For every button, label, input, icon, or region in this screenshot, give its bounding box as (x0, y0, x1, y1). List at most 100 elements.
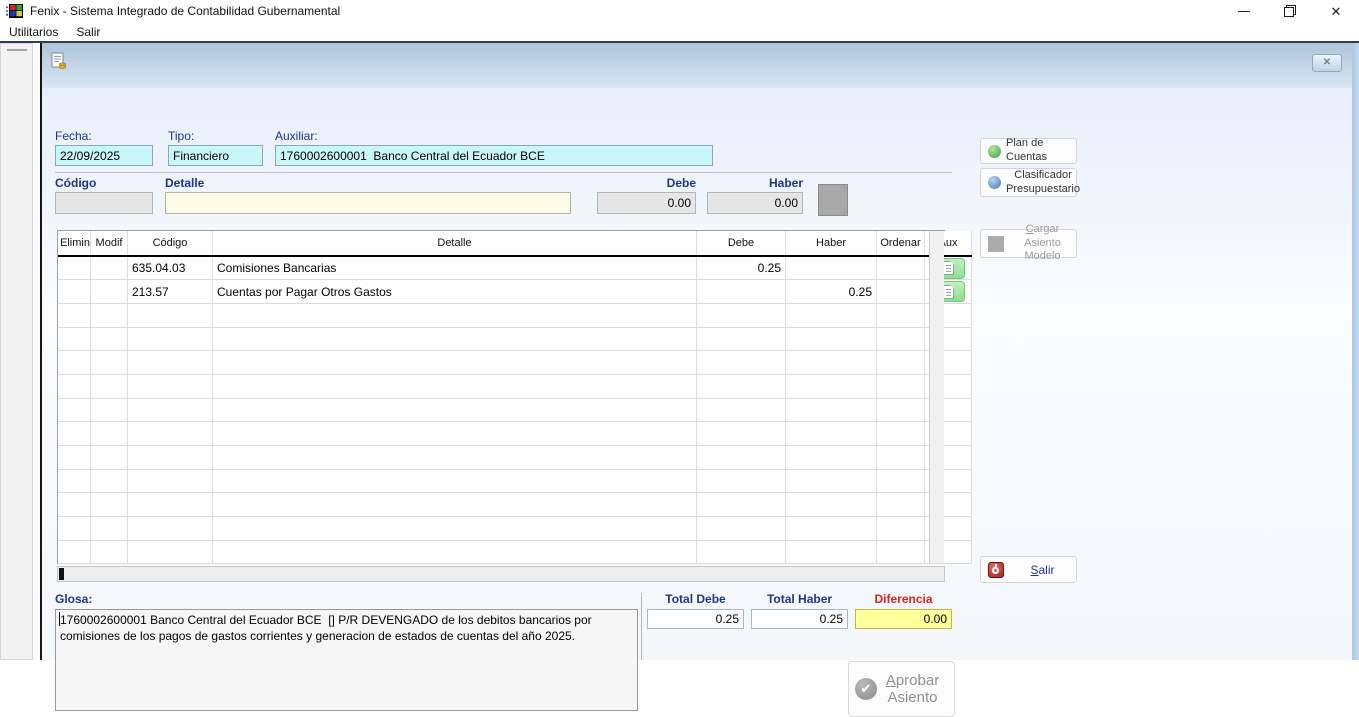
codigo-input[interactable] (55, 192, 153, 214)
cell-elimin[interactable] (58, 327, 91, 351)
cell-haber[interactable] (786, 493, 877, 517)
cell-detalle[interactable] (213, 493, 697, 517)
cell-detalle[interactable] (213, 469, 697, 493)
cell-modif[interactable] (91, 374, 128, 398)
cell-haber[interactable] (786, 517, 877, 541)
cell-modif[interactable] (91, 351, 128, 375)
cell-codigo[interactable] (128, 398, 213, 422)
cell-ordenar[interactable] (877, 422, 925, 446)
cell-modif[interactable] (91, 540, 128, 564)
detalle-input[interactable] (165, 192, 571, 214)
glosa-textarea[interactable]: 1760002600001 Banco Central del Ecuador … (55, 609, 638, 711)
table-row[interactable] (58, 517, 972, 541)
cell-ordenar[interactable] (877, 280, 925, 304)
table-row[interactable] (58, 422, 972, 446)
cell-detalle[interactable]: Comisiones Bancarias (213, 256, 697, 280)
cell-haber[interactable] (786, 540, 877, 564)
horizontal-scrollbar[interactable] (57, 566, 945, 582)
debe-input[interactable] (597, 192, 696, 214)
cell-haber[interactable] (786, 469, 877, 493)
table-row[interactable] (58, 327, 972, 351)
cell-codigo[interactable] (128, 540, 213, 564)
table-row[interactable] (58, 374, 972, 398)
cell-detalle[interactable] (213, 303, 697, 327)
cell-detalle[interactable] (213, 374, 697, 398)
tipo-input[interactable] (168, 145, 263, 166)
cell-codigo[interactable]: 213.57 (128, 280, 213, 304)
cell-haber[interactable] (786, 256, 877, 280)
table-row[interactable] (58, 469, 972, 493)
table-row[interactable] (58, 493, 972, 517)
cell-modif[interactable] (91, 446, 128, 470)
table-row[interactable] (58, 446, 972, 470)
cell-modif[interactable] (91, 469, 128, 493)
cell-detalle[interactable] (213, 517, 697, 541)
salir-button[interactable]: Salir (980, 556, 1077, 583)
cell-debe[interactable] (697, 493, 786, 517)
cell-elimin[interactable] (58, 422, 91, 446)
cell-codigo[interactable] (128, 303, 213, 327)
cell-debe[interactable] (697, 327, 786, 351)
cell-elimin[interactable] (58, 517, 91, 541)
table-row[interactable]: 635.04.03Comisiones Bancarias0.25 (58, 256, 972, 280)
cell-debe[interactable] (697, 469, 786, 493)
cell-haber[interactable] (786, 327, 877, 351)
cell-elimin[interactable] (58, 374, 91, 398)
plan-de-cuentas-button[interactable]: Plan de Cuentas (980, 138, 1077, 164)
cell-modif[interactable] (91, 280, 128, 304)
cell-elimin[interactable] (58, 446, 91, 470)
cell-codigo[interactable] (128, 327, 213, 351)
column-header[interactable]: Modif (91, 231, 128, 256)
cell-ordenar[interactable] (877, 327, 925, 351)
entry-action-square[interactable] (818, 184, 848, 216)
cell-detalle[interactable] (213, 398, 697, 422)
cell-debe[interactable] (697, 374, 786, 398)
haber-input[interactable] (707, 192, 803, 214)
cell-elimin[interactable] (58, 469, 91, 493)
maximize-button[interactable] (1267, 0, 1313, 22)
cell-codigo[interactable] (128, 422, 213, 446)
cell-elimin[interactable] (58, 280, 91, 304)
table-row[interactable] (58, 540, 972, 564)
cell-elimin[interactable] (58, 256, 91, 280)
cell-ordenar[interactable] (877, 446, 925, 470)
cell-detalle[interactable]: Cuentas por Pagar Otros Gastos (213, 280, 697, 304)
cell-detalle[interactable] (213, 540, 697, 564)
cell-debe[interactable] (697, 398, 786, 422)
close-button[interactable]: ✕ (1313, 0, 1359, 22)
column-header[interactable]: Haber (786, 231, 877, 256)
cell-modif[interactable] (91, 303, 128, 327)
column-header[interactable]: Elimin (58, 231, 91, 256)
cell-codigo[interactable] (128, 446, 213, 470)
column-header[interactable]: Código (128, 231, 213, 256)
table-row[interactable]: 213.57Cuentas por Pagar Otros Gastos0.25 (58, 280, 972, 304)
cell-debe[interactable] (697, 303, 786, 327)
cell-codigo[interactable] (128, 469, 213, 493)
cell-debe[interactable] (697, 540, 786, 564)
table-row[interactable] (58, 303, 972, 327)
cell-haber[interactable] (786, 374, 877, 398)
cell-detalle[interactable] (213, 446, 697, 470)
cell-codigo[interactable] (128, 517, 213, 541)
cell-detalle[interactable] (213, 351, 697, 375)
table-row[interactable] (58, 398, 972, 422)
form-close-button[interactable]: ✕ (1312, 54, 1342, 72)
panel-drag-handle[interactable] (7, 49, 27, 51)
left-collapsed-panel[interactable] (0, 43, 33, 660)
column-header[interactable]: Ordenar (877, 231, 925, 256)
cell-detalle[interactable] (213, 327, 697, 351)
cell-ordenar[interactable] (877, 398, 925, 422)
cell-elimin[interactable] (58, 540, 91, 564)
cell-debe[interactable] (697, 446, 786, 470)
vertical-scrollbar[interactable] (929, 231, 944, 563)
cell-ordenar[interactable] (877, 303, 925, 327)
cell-ordenar[interactable] (877, 256, 925, 280)
cell-debe[interactable] (697, 422, 786, 446)
cell-modif[interactable] (91, 493, 128, 517)
cell-modif[interactable] (91, 517, 128, 541)
cell-ordenar[interactable] (877, 540, 925, 564)
cell-detalle[interactable] (213, 422, 697, 446)
cell-haber[interactable] (786, 446, 877, 470)
cell-debe[interactable]: 0.25 (697, 256, 786, 280)
cell-haber[interactable] (786, 422, 877, 446)
